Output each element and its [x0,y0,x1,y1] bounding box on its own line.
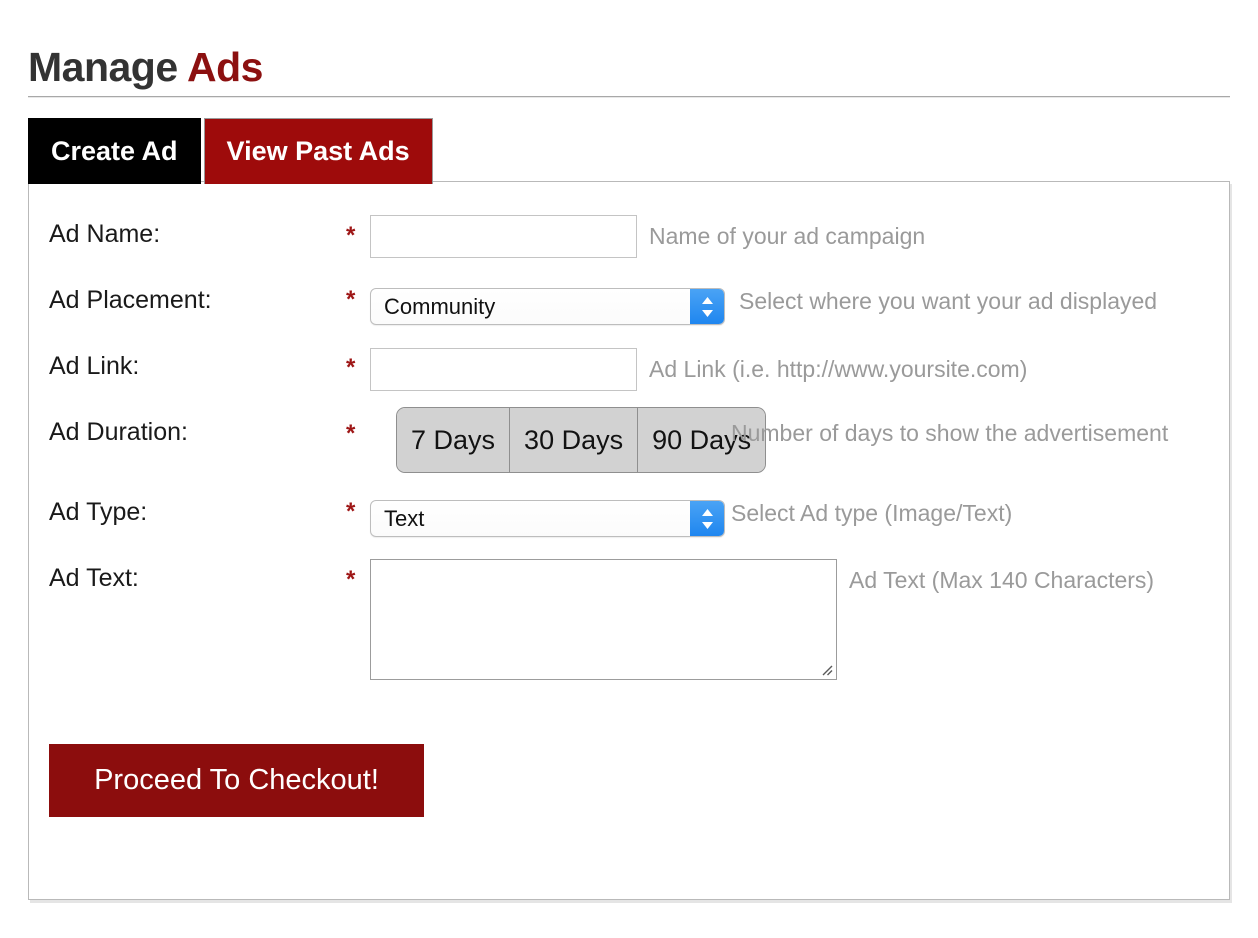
ad-text-hint: Ad Text (Max 140 Characters) [849,567,1154,594]
ad-name-label: Ad Name: [49,220,160,249]
ad-text-textarea[interactable] [370,559,837,680]
page-root: Manage Ads Create Ad View Past Ads Ad Na… [0,0,1258,938]
ad-type-hint: Select Ad type (Image/Text) [731,500,1012,527]
page-title: Manage Ads [28,41,263,93]
ad-link-label: Ad Link: [49,352,139,381]
ad-name-required-marker: * [346,224,355,248]
ad-text-required-marker: * [346,568,355,592]
ad-placement-required-marker: * [346,288,355,312]
ad-placement-select-value: Community [384,288,495,325]
ad-placement-hint: Select where you want your ad displayed [739,288,1157,315]
proceed-to-checkout-button[interactable]: Proceed To Checkout! [49,744,424,817]
ad-duration-option-7-days[interactable]: 7 Days [397,408,510,472]
ad-duration-option-30-days[interactable]: 30 Days [510,408,638,472]
ad-name-hint: Name of your ad campaign [649,223,925,250]
tab-create-ad-label: Create Ad [51,136,178,167]
ad-type-label: Ad Type: [49,498,147,527]
ad-link-input[interactable] [370,348,637,391]
page-title-accent: Ads [187,44,263,90]
tab-bar: Create Ad View Past Ads [28,118,433,184]
ad-type-required-marker: * [346,500,355,524]
create-ad-panel: Ad Name: * Name of your ad campaign Ad P… [28,181,1230,900]
header-divider [28,96,1230,98]
ad-text-area-wrap [370,559,837,680]
ad-duration-required-marker: * [346,422,355,446]
ad-type-select-value: Text [384,500,424,537]
ad-link-hint: Ad Link (i.e. http://www.yoursite.com) [649,356,1027,383]
chevron-updown-icon[interactable] [690,501,724,536]
ad-placement-label: Ad Placement: [49,286,212,315]
ad-duration-label: Ad Duration: [49,418,188,447]
ad-type-select[interactable]: Text [370,500,725,537]
tab-view-past-ads[interactable]: View Past Ads [204,118,433,184]
ad-placement-select[interactable]: Community [370,288,725,325]
page-title-primary: Manage [28,44,178,90]
ad-text-label: Ad Text: [49,564,139,593]
ad-duration-segmented-control: 7 Days 30 Days 90 Days [396,407,766,473]
ad-duration-hint: Number of days to show the advertisement [731,420,1168,447]
ad-link-required-marker: * [346,356,355,380]
chevron-updown-icon[interactable] [690,289,724,324]
tab-create-ad[interactable]: Create Ad [28,118,201,184]
ad-name-input[interactable] [370,215,637,258]
tab-view-past-ads-label: View Past Ads [227,136,410,167]
